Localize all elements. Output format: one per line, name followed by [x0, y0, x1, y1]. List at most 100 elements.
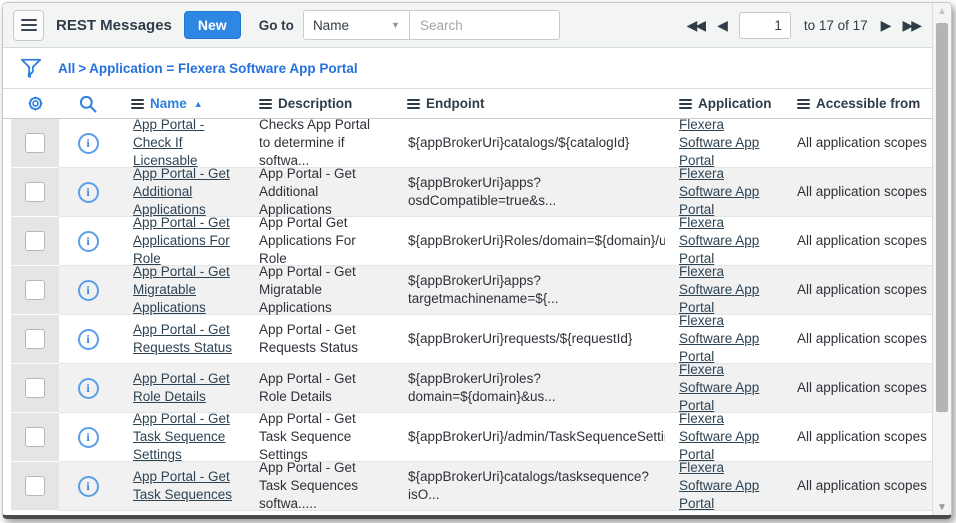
record-link[interactable]: App Portal - Get Requests Status — [133, 321, 237, 357]
endpoint-cell: ${appBrokerUri}catalogs/${catalogId} — [393, 119, 665, 168]
record-link[interactable]: App Portal - Check If Licensable — [133, 116, 237, 170]
row-checkbox[interactable] — [25, 476, 45, 496]
name-cell: App Portal - Get Applications For Role — [117, 217, 245, 266]
description-cell: App Portal - Get Additional Applications — [245, 168, 393, 217]
application-link[interactable]: Flexera Software App Portal — [679, 263, 775, 317]
info-icon[interactable]: i — [78, 476, 99, 497]
application-link[interactable]: Flexera Software App Portal — [679, 214, 775, 268]
record-link[interactable]: App Portal - Get Additional Applications — [133, 165, 237, 219]
endpoint-cell: ${appBrokerUri}apps?targetmachinename=${… — [393, 266, 665, 315]
pagination: ◀◀ ◀ to 17 of 17 ▶ ▶▶ — [687, 12, 924, 39]
rest-messages-list-window: REST Messages New Go to Name ▼ ◀◀ ◀ to 1… — [2, 2, 952, 519]
application-link[interactable]: Flexera Software App Portal — [679, 361, 775, 415]
info-icon[interactable]: i — [78, 133, 99, 154]
accessible-from-cell: All application scopes — [783, 168, 933, 217]
row-preview-cell: i — [59, 217, 117, 266]
application-cell: Flexera Software App Portal — [665, 217, 783, 266]
chevron-down-icon: ▼ — [391, 20, 400, 30]
table-row: i App Portal - Get Migratable Applicatio… — [3, 266, 932, 315]
list-context-menu-button[interactable] — [13, 10, 44, 41]
scrollbar-thumb[interactable] — [936, 23, 948, 412]
application-cell: Flexera Software App Portal — [665, 413, 783, 462]
breadcrumb-all-link[interactable]: All — [58, 61, 75, 76]
next-page-button[interactable]: ▶ — [881, 18, 890, 32]
application-link[interactable]: Flexera Software App Portal — [679, 116, 775, 170]
name-cell: App Portal - Get Role Details — [117, 364, 245, 413]
goto-selected-option: Name — [313, 18, 349, 33]
record-link[interactable]: App Portal - Get Migratable Applications — [133, 263, 237, 317]
description-cell: App Portal Get Applications For Role — [245, 217, 393, 266]
name-cell: App Portal - Check If Licensable — [117, 119, 245, 168]
info-icon[interactable]: i — [78, 427, 99, 448]
column-header-accessible-from[interactable]: Accessible from — [783, 96, 932, 111]
sort-ascending-icon: ▲ — [194, 99, 203, 109]
row-preview-cell: i — [59, 462, 117, 511]
name-cell: App Portal - Get Requests Status — [117, 315, 245, 364]
application-link[interactable]: Flexera Software App Portal — [679, 459, 775, 513]
row-selector-cell — [11, 217, 59, 266]
row-checkbox[interactable] — [25, 329, 45, 349]
info-icon[interactable]: i — [78, 182, 99, 203]
vertical-scrollbar[interactable]: ▲ ▼ — [932, 3, 951, 515]
info-icon[interactable]: i — [78, 378, 99, 399]
info-icon[interactable]: i — [78, 329, 99, 350]
row-checkbox[interactable] — [25, 182, 45, 202]
breadcrumb-row: All>Application = Flexera Software App P… — [3, 48, 932, 89]
row-selector-cell — [11, 413, 59, 462]
column-header-endpoint[interactable]: Endpoint — [393, 96, 665, 111]
description-cell: App Portal - Get Task Sequences softwa..… — [245, 462, 393, 511]
column-header-application[interactable]: Application — [665, 96, 783, 111]
table-row: i App Portal - Get Task Sequence Setting… — [3, 413, 932, 462]
record-link[interactable]: App Portal - Get Role Details — [133, 370, 237, 406]
row-selector-cell — [11, 462, 59, 511]
application-link[interactable]: Flexera Software App Portal — [679, 312, 775, 366]
application-link[interactable]: Flexera Software App Portal — [679, 165, 775, 219]
breadcrumb-condition-link[interactable]: Application = Flexera Software App Porta… — [89, 61, 357, 76]
application-cell: Flexera Software App Portal — [665, 315, 783, 364]
record-link[interactable]: App Portal - Get Task Sequences — [133, 468, 237, 504]
row-preview-cell: i — [59, 315, 117, 364]
current-page-input[interactable] — [739, 12, 791, 39]
application-link[interactable]: Flexera Software App Portal — [679, 410, 775, 464]
accessible-from-cell: All application scopes — [783, 266, 933, 315]
record-link[interactable]: App Portal - Get Task Sequence Settings — [133, 410, 237, 464]
row-selector-cell — [11, 266, 59, 315]
column-menu-icon — [679, 99, 692, 109]
table-row: i App Portal - Get Additional Applicatio… — [3, 168, 932, 217]
new-button[interactable]: New — [184, 11, 241, 39]
row-preview-cell: i — [59, 266, 117, 315]
row-checkbox[interactable] — [25, 231, 45, 251]
breadcrumb-separator: > — [78, 61, 86, 76]
row-checkbox[interactable] — [25, 427, 45, 447]
filter-icon[interactable] — [20, 57, 42, 79]
table-row: i App Portal - Get Role Details App Port… — [3, 364, 932, 413]
endpoint-cell: ${appBrokerUri}Roles/domain=${domain}/us… — [393, 217, 665, 266]
endpoint-cell: ${appBrokerUri}roles?domain=${domain}&us… — [393, 364, 665, 413]
hamburger-icon — [21, 19, 37, 21]
column-header-description[interactable]: Description — [245, 96, 393, 111]
record-link[interactable]: App Portal - Get Applications For Role — [133, 214, 237, 268]
goto-field-select[interactable]: Name ▼ — [303, 10, 410, 40]
info-icon[interactable]: i — [78, 231, 99, 252]
first-page-button[interactable]: ◀◀ — [687, 18, 705, 32]
scroll-down-icon[interactable]: ▼ — [933, 502, 951, 513]
row-selector-cell — [11, 119, 59, 168]
list-content: REST Messages New Go to Name ▼ ◀◀ ◀ to 1… — [3, 3, 932, 515]
page-title: REST Messages — [56, 17, 172, 34]
list-search-button[interactable] — [59, 94, 117, 114]
description-cell: App Portal - Get Requests Status — [245, 315, 393, 364]
row-checkbox[interactable] — [25, 133, 45, 153]
last-page-button[interactable]: ▶▶ — [902, 18, 920, 32]
info-icon[interactable]: i — [78, 280, 99, 301]
description-cell: Checks App Portal to determine if softwa… — [245, 119, 393, 168]
column-header-name[interactable]: Name ▲ — [117, 96, 245, 111]
row-selector-cell — [11, 364, 59, 413]
previous-page-button[interactable]: ◀ — [717, 18, 726, 32]
search-input[interactable] — [410, 10, 560, 40]
scroll-up-icon[interactable]: ▲ — [933, 6, 951, 17]
row-checkbox[interactable] — [25, 378, 45, 398]
row-checkbox[interactable] — [25, 280, 45, 300]
personalize-list-button[interactable] — [11, 94, 59, 113]
name-cell: App Portal - Get Additional Applications — [117, 168, 245, 217]
application-cell: Flexera Software App Portal — [665, 119, 783, 168]
